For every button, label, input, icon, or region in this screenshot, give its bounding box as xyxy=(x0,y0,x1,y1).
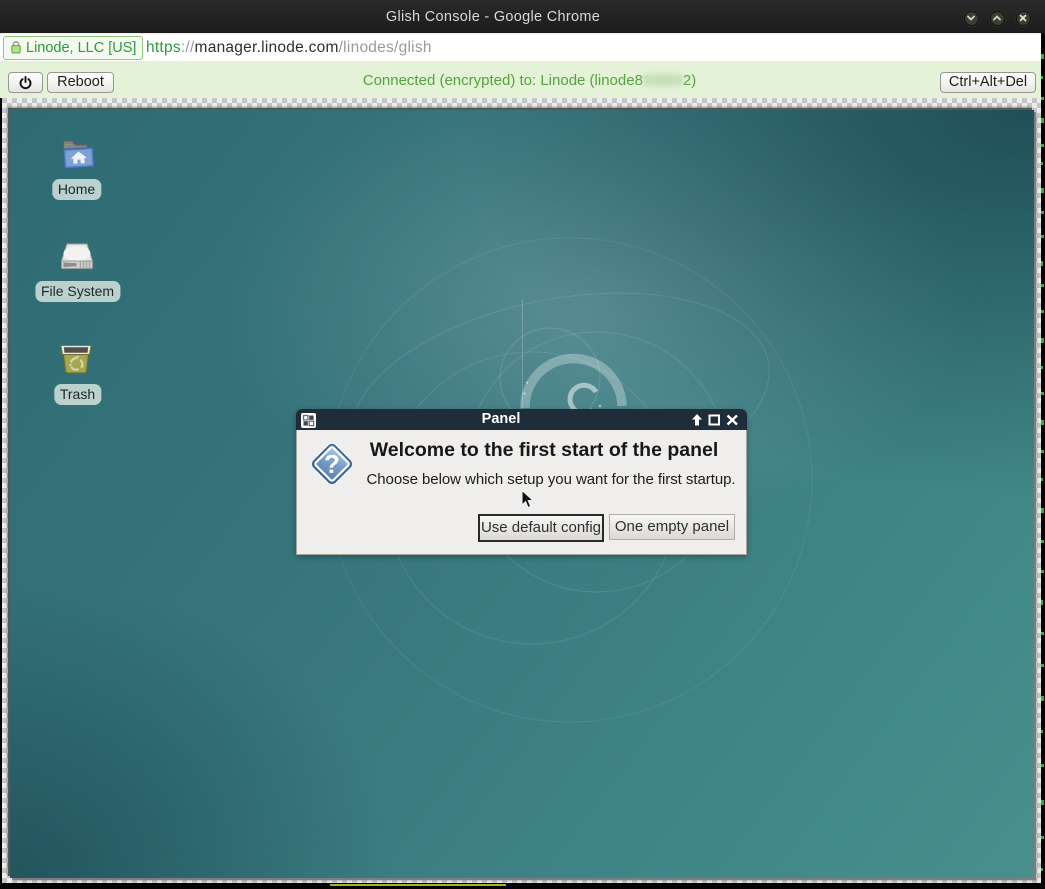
svg-text:?: ? xyxy=(324,449,340,479)
